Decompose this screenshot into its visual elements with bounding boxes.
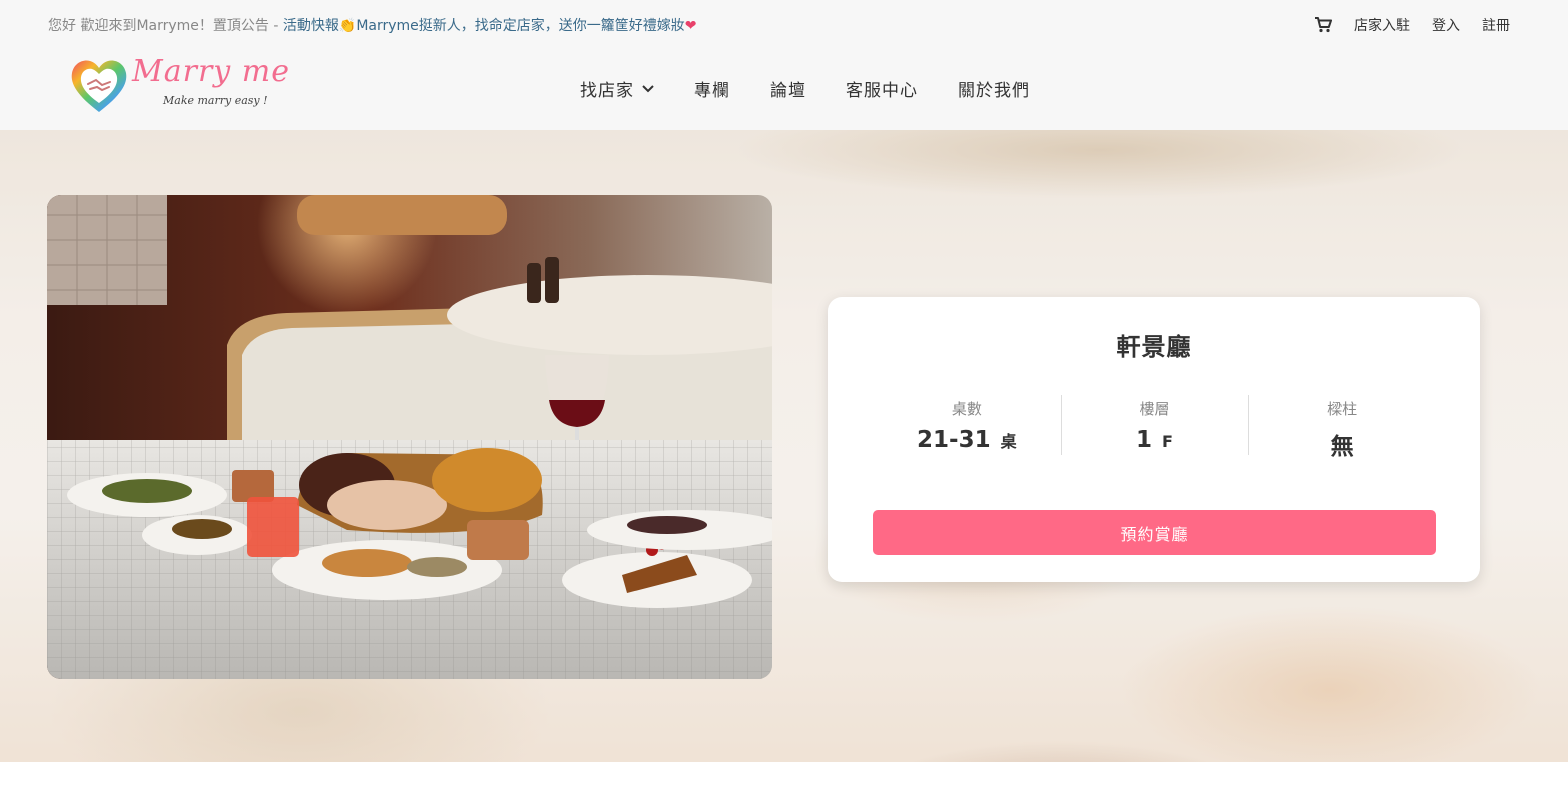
announcement-lead: 您好 歡迎來到Marryme！置頂公告 - (48, 18, 283, 34)
book-visit-button[interactable]: 預約賞廳 (873, 510, 1436, 555)
announcement-text: 您好 歡迎來到Marryme！置頂公告 - 活動快報👏Marryme挺新人，找命… (48, 15, 697, 35)
stat-pillars: 樑柱 無 (1248, 395, 1436, 460)
logo[interactable]: Marry me Make marry easy ! (68, 54, 290, 116)
nav-support-label: 客服中心 (846, 81, 918, 101)
nav-support[interactable]: 客服中心 (846, 76, 918, 101)
venue-info-card: 軒景廳 桌數 21-31 桌 樓層 1 F 樑柱 無 預約賞廳 (828, 297, 1480, 582)
announcement-link[interactable]: 活動快報 (283, 18, 339, 34)
nav-column-label: 專欄 (694, 81, 730, 101)
vendor-join-link[interactable]: 店家入駐 (1354, 15, 1410, 35)
stat-tables-value-wrap: 21-31 桌 (873, 427, 1061, 453)
venue-name: 軒景廳 (1116, 333, 1192, 361)
nav-forum-label: 論壇 (770, 81, 806, 101)
heart-logo-icon (71, 60, 127, 112)
stat-floor-unit: F (1162, 432, 1173, 451)
stat-tables-unit: 桌 (1000, 432, 1017, 451)
top-nav: 店家入駐 登入 註冊 (1314, 15, 1510, 35)
announcement-message[interactable]: Marryme挺新人，找命定店家，送你一籮筐好禮嫁妝 (356, 18, 684, 34)
venue-photo (47, 195, 772, 679)
stat-pillars-value: 無 (1330, 434, 1354, 460)
nav-find-vendor-label: 找店家 (580, 81, 634, 101)
logo-tagline: Make marry easy ! (163, 94, 268, 107)
main-nav: 找店家 專欄 論壇 客服中心 關於我們 (580, 76, 1030, 101)
announcement-bar: 您好 歡迎來到Marryme！置頂公告 - 活動快報👏Marryme挺新人，找命… (0, 0, 1568, 48)
nav-about[interactable]: 關於我們 (958, 76, 1030, 101)
stat-floor-label: 樓層 (1139, 400, 1170, 418)
chevron-down-icon (642, 84, 654, 92)
stat-tables: 桌數 21-31 桌 (873, 395, 1061, 457)
cart-icon[interactable] (1314, 17, 1332, 33)
stat-tables-value: 21-31 (917, 427, 991, 453)
venue-hero: 軒景廳 桌數 21-31 桌 樓層 1 F 樑柱 無 預約賞廳 (0, 130, 1568, 762)
venue-stats: 桌數 21-31 桌 樓層 1 F 樑柱 無 (873, 395, 1436, 460)
stat-floor-value: 1 (1136, 427, 1153, 453)
register-link[interactable]: 註冊 (1482, 15, 1510, 35)
nav-column[interactable]: 專欄 (694, 76, 730, 101)
stat-pillars-label: 樑柱 (1327, 400, 1358, 418)
stat-floor: 樓層 1 F (1060, 395, 1249, 457)
nav-about-label: 關於我們 (958, 81, 1030, 101)
login-link[interactable]: 登入 (1432, 15, 1460, 35)
nav-forum[interactable]: 論壇 (770, 76, 806, 101)
logo-wordmark: Marry me (132, 54, 290, 89)
nav-find-vendor[interactable]: 找店家 (580, 76, 654, 101)
stat-pillars-value-wrap: 無 (1248, 427, 1436, 461)
stat-floor-value-wrap: 1 F (1061, 427, 1249, 453)
clap-icon: 👏 (338, 18, 357, 34)
heart-icon: ❤ (684, 18, 697, 34)
stat-tables-label: 桌數 (951, 400, 982, 418)
site-header: Marry me Make marry easy ! 找店家 專欄 論壇 客服中… (0, 48, 1568, 130)
